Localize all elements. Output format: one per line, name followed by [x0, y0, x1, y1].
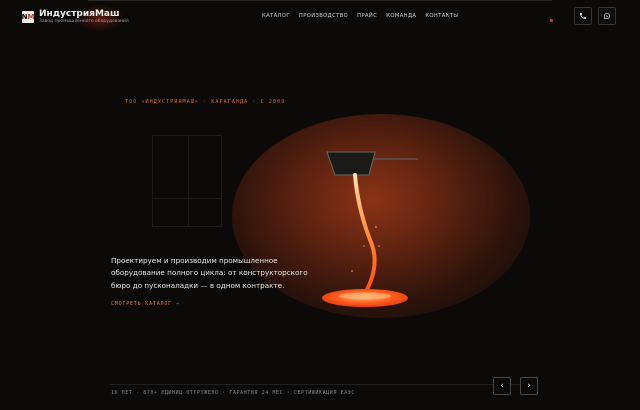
frame-divider-horizontal — [153, 198, 221, 199]
bottom-divider — [110, 384, 530, 385]
chevron-left-icon: ‹ — [500, 381, 504, 391]
main-nav: КАТАЛОГ ПРОИЗВОДСТВО ПРАЙС КОМАНДА КОНТА… — [262, 13, 458, 19]
whatsapp-button[interactable] — [598, 7, 616, 25]
chevron-right-icon: › — [527, 381, 531, 391]
logo-mark-icon: NM — [22, 11, 34, 23]
nav-item-price[interactable]: ПРАЙС — [357, 13, 377, 19]
phone-icon — [580, 13, 586, 19]
slider-prev-button[interactable]: ‹ — [493, 377, 511, 395]
nav-item-production[interactable]: ПРОИЗВОДСТВО — [299, 13, 348, 19]
brand-title: ИндустрияМаш — [39, 9, 120, 19]
molten-stream — [353, 173, 377, 297]
whatsapp-icon — [603, 12, 611, 20]
hero-lead-text: Проектируем и производим промышленное об… — [111, 256, 308, 290]
nav-item-contacts[interactable]: КОНТАКТЫ — [425, 13, 458, 19]
brand-subtitle: Завод промышленного оборудования — [39, 19, 129, 24]
ladle-icon — [326, 151, 376, 176]
pouring-ladle-illustration — [322, 151, 418, 307]
spark — [363, 245, 365, 247]
spark — [351, 270, 353, 272]
molten-pool-highlight — [339, 292, 391, 300]
phone-button[interactable] — [574, 7, 592, 25]
company-facts: 16 ЛЕТ · 870+ ЕДИНИЦ ОТГРУЖЕНО · ГАРАНТИ… — [111, 391, 355, 396]
hero-eyebrow: ТОО «ИНДУСТРИЯМАШ» · КАРАГАНДА · С 2009 — [125, 99, 286, 105]
nav-item-team[interactable]: КОМАНДА — [386, 13, 416, 19]
logo-mark-letter-accent: M — [27, 13, 35, 21]
accent-dot — [550, 19, 553, 22]
spark — [378, 245, 380, 247]
slider-next-button[interactable]: › — [520, 377, 538, 395]
brand-logo[interactable]: NM ИндустрияМаш Завод промышленного обор… — [22, 9, 129, 25]
view-catalog-link[interactable]: СМОТРЕТЬ КАТАЛОГ → — [111, 301, 180, 307]
top-divider — [88, 0, 552, 1]
nav-item-catalog[interactable]: КАТАЛОГ — [262, 13, 290, 19]
logo-text: ИндустрияМаш Завод промышленного оборудо… — [39, 9, 129, 25]
frame-divider-vertical — [188, 136, 189, 226]
background-frame — [152, 135, 222, 227]
spark — [375, 226, 377, 228]
